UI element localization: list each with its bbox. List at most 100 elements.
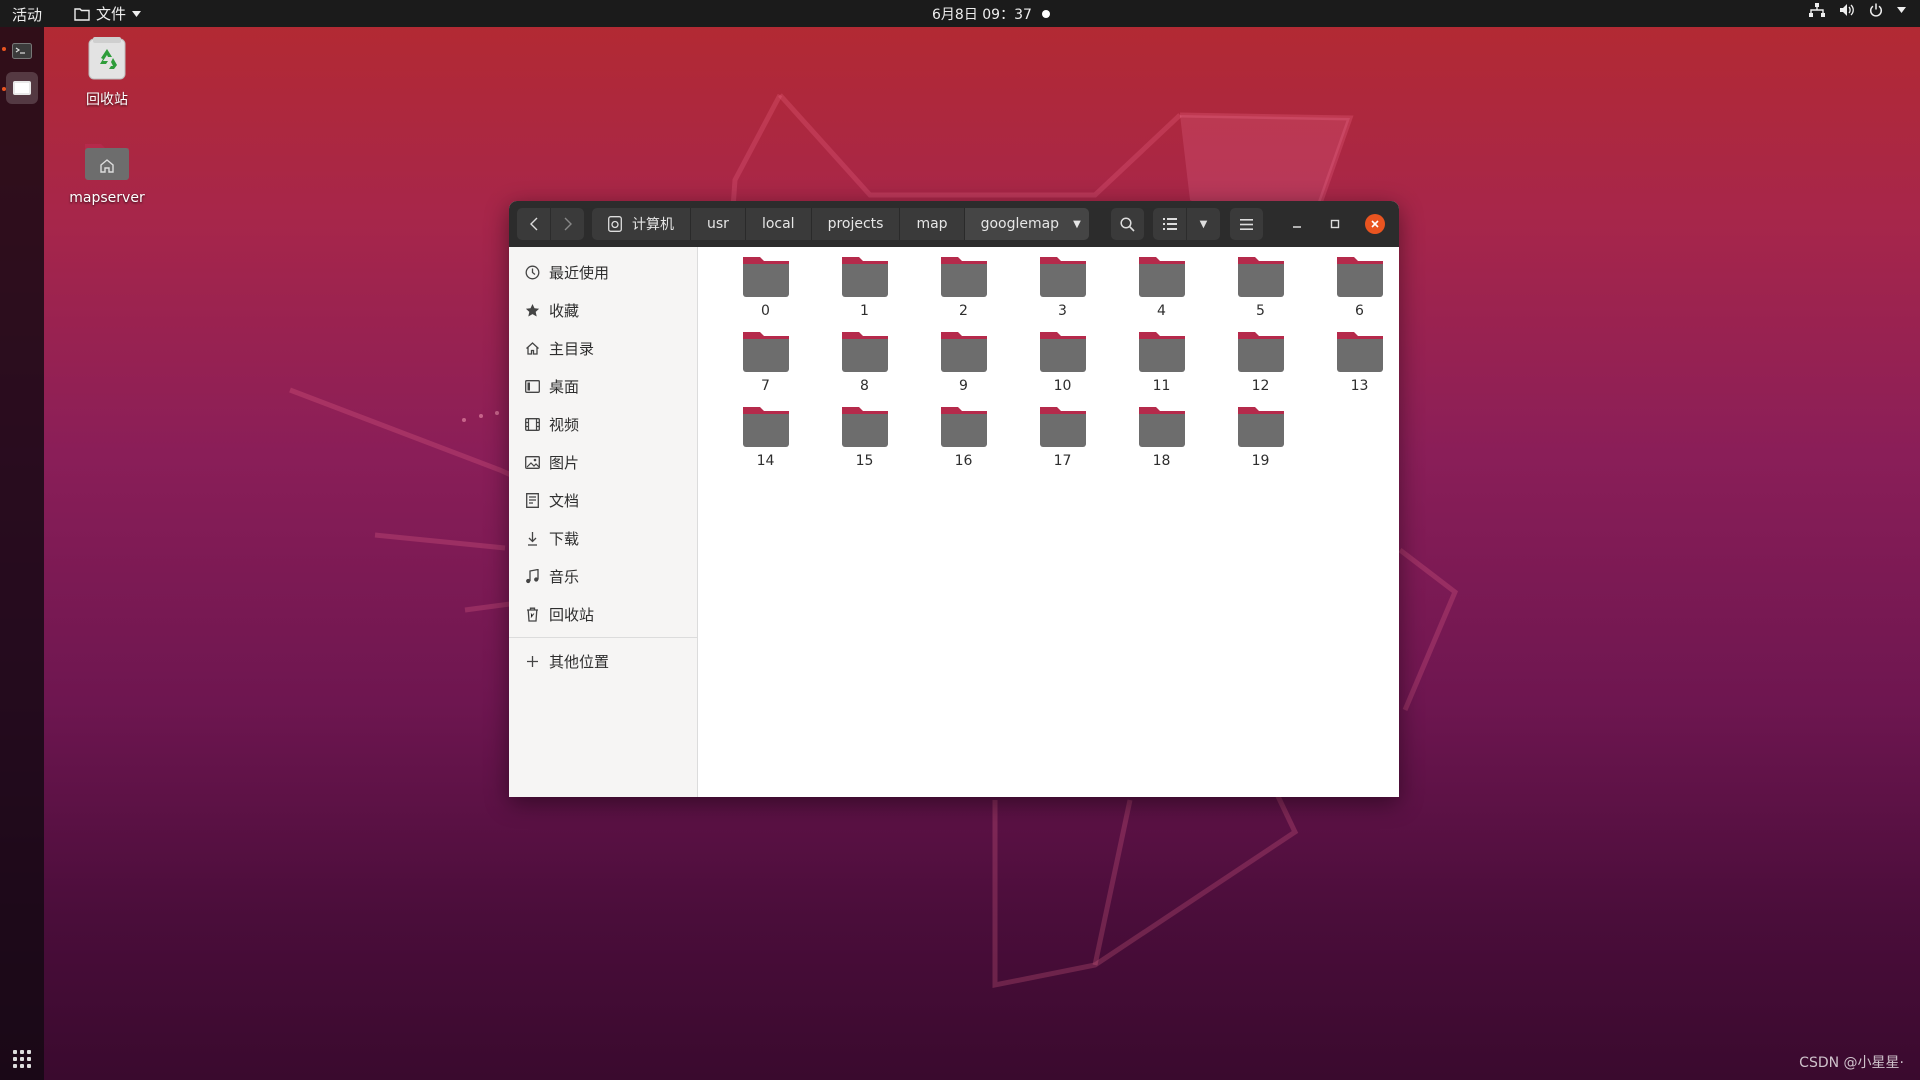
folder-item[interactable]: 8 [815, 330, 914, 405]
chevron-right-icon [564, 217, 572, 231]
folder-icon [742, 332, 789, 372]
view-options-button[interactable]: ▼ [1187, 208, 1220, 240]
folder-icon [1336, 332, 1383, 372]
file-view[interactable]: 0 1 2 3 4 5 6 7 8 9 10 11 12 13 14 15 16… [698, 247, 1399, 797]
minimize-button[interactable] [1287, 214, 1307, 234]
minimize-icon [1293, 226, 1301, 228]
download-icon [523, 529, 541, 547]
folder-item[interactable]: 14 [716, 405, 815, 480]
folder-name: 10 [1053, 378, 1072, 394]
folder-name: 0 [761, 303, 770, 319]
folder-icon [940, 407, 987, 447]
desktop-trash-label: 回收站 [86, 92, 128, 108]
folder-name: 2 [959, 303, 968, 319]
sidebar-item-label: 回收站 [549, 605, 595, 624]
clock[interactable]: 6月8日 09：37 [932, 4, 1050, 24]
search-icon [1120, 216, 1135, 232]
sidebar-item-label: 收藏 [549, 301, 580, 320]
folder-icon [940, 257, 987, 297]
folder-item[interactable]: 7 [716, 330, 815, 405]
volume-icon [1840, 4, 1854, 16]
folder-item[interactable]: 13 [1310, 330, 1399, 405]
folder-item[interactable]: 1 [815, 255, 914, 330]
folder-item[interactable]: 16 [914, 405, 1013, 480]
breadcrumb-usr[interactable]: usr [691, 208, 746, 240]
dock-files[interactable] [6, 72, 38, 104]
forward-button[interactable] [551, 208, 584, 240]
terminal-icon [12, 43, 32, 59]
sidebar-item-recent[interactable]: 最近使用 [509, 253, 697, 291]
search-button[interactable] [1111, 208, 1144, 240]
folder-item[interactable]: 5 [1211, 255, 1310, 330]
files-app-icon [13, 81, 31, 95]
folder-item[interactable]: 4 [1112, 255, 1211, 330]
close-button[interactable] [1365, 214, 1385, 234]
folder-item[interactable]: 19 [1211, 405, 1310, 480]
image-icon [523, 453, 541, 471]
folder-icon [1138, 257, 1185, 297]
chevron-left-icon [529, 217, 537, 231]
activities-button[interactable]: 活动 [12, 4, 42, 25]
sidebar-item-trash[interactable]: 回收站 [509, 595, 697, 633]
folder-item[interactable]: 0 [716, 255, 815, 330]
breadcrumb-local[interactable]: local [746, 208, 812, 240]
breadcrumb-computer[interactable]: 计算机 [592, 208, 691, 240]
desktop-trash[interactable]: 回收站 [57, 35, 157, 109]
folder-name: 6 [1355, 303, 1364, 319]
breadcrumb-label: local [761, 216, 795, 232]
breadcrumb-googlemap[interactable]: googlemap ▼ [964, 208, 1089, 240]
folder-item[interactable]: 17 [1013, 405, 1112, 480]
sidebar-item-videos[interactable]: 视频 [509, 405, 697, 443]
back-button[interactable] [517, 208, 550, 240]
folder-item[interactable]: 6 [1310, 255, 1399, 330]
sidebar-item-desktop[interactable]: 桌面 [509, 367, 697, 405]
folder-name: 19 [1251, 453, 1270, 469]
sidebar-item-other-locations[interactable]: 其他位置 [509, 642, 697, 680]
folder-item[interactable]: 3 [1013, 255, 1112, 330]
network-icon [1809, 3, 1825, 17]
drive-icon [608, 216, 622, 232]
maximize-icon [1330, 219, 1340, 229]
folder-item[interactable]: 18 [1112, 405, 1211, 480]
window-body: 最近使用 收藏 主目录 桌面 视频 图片 文档 下载 音乐 回收站 其他位置 0… [509, 247, 1399, 797]
sidebar-item-label: 桌面 [549, 377, 580, 396]
show-apps-icon[interactable] [13, 1050, 31, 1068]
chevron-down-icon [132, 10, 142, 17]
breadcrumb-label: 计算机 [632, 217, 674, 233]
sidebar-item-label: 主目录 [549, 339, 595, 358]
folder-icon [1237, 407, 1284, 447]
dock-terminal[interactable] [6, 35, 38, 67]
folder-name: 16 [954, 453, 973, 469]
hamburger-menu-icon [1240, 218, 1253, 230]
sidebar-item-music[interactable]: 音乐 [509, 557, 697, 595]
power-icon [1869, 3, 1883, 17]
sidebar-item-downloads[interactable]: 下载 [509, 519, 697, 557]
sidebar-item-documents[interactable]: 文档 [509, 481, 697, 519]
breadcrumb-projects[interactable]: projects [812, 208, 901, 240]
folder-name: 5 [1256, 303, 1265, 319]
main-menu-button[interactable] [1230, 208, 1263, 240]
sidebar-item-starred[interactable]: 收藏 [509, 291, 697, 329]
sidebar-item-home[interactable]: 主目录 [509, 329, 697, 367]
desktop-home-folder[interactable]: mapserver [57, 140, 157, 206]
sidebar-item-pictures[interactable]: 图片 [509, 443, 697, 481]
folder-name: 4 [1157, 303, 1166, 319]
folder-item[interactable]: 11 [1112, 330, 1211, 405]
path-bar: 计算机 usr local projects map googlemap ▼ [592, 208, 1089, 240]
system-tray[interactable] [1809, 3, 1906, 17]
folder-item[interactable]: 2 [914, 255, 1013, 330]
top-bar: 活动 文件 6月8日 09：37 [0, 0, 1920, 27]
folder-icon [1039, 332, 1086, 372]
maximize-button[interactable] [1325, 214, 1345, 234]
folder-item[interactable]: 10 [1013, 330, 1112, 405]
folder-item[interactable]: 9 [914, 330, 1013, 405]
folder-icon [1138, 407, 1185, 447]
list-view-button[interactable] [1153, 208, 1186, 240]
sidebar-item-label: 音乐 [549, 567, 580, 586]
folder-item[interactable]: 15 [815, 405, 914, 480]
app-menu-button[interactable]: 文件 [74, 3, 142, 24]
breadcrumb-map[interactable]: map [900, 208, 965, 240]
notification-dot-icon [1041, 10, 1050, 18]
folder-item[interactable]: 12 [1211, 330, 1310, 405]
desktop-icon [523, 377, 541, 395]
